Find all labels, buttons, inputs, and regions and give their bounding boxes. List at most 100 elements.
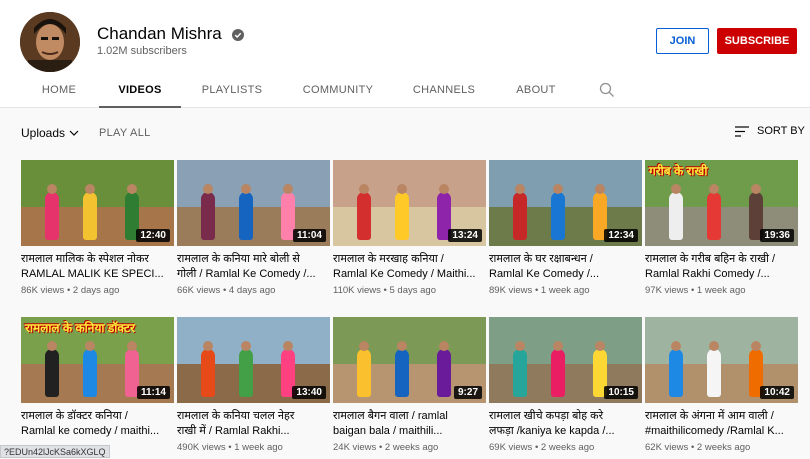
video-title[interactable]: रामलाल के अंगना में आम वाली / #maithilico… (645, 409, 798, 439)
video-duration: 11:14 (136, 386, 170, 399)
uploads-label: Uploads (21, 126, 66, 140)
video-card[interactable]: 12:34 रामलाल के घर रक्षाबन्धन / Ramlal Ke … (489, 160, 642, 296)
video-views: 86K views (21, 285, 65, 296)
video-title[interactable]: रामलाल खीचे कपड़ा बोह करे लफड़ा /kaniya k… (489, 409, 642, 439)
channel-avatar[interactable] (20, 12, 80, 72)
video-card[interactable]: 9:27 रामलाल बैगन वाला / ramlal baigan bala… (333, 317, 486, 453)
meta-separator: • (688, 285, 697, 296)
join-button[interactable]: JOIN (656, 28, 709, 54)
tab-about[interactable]: ABOUT (512, 74, 560, 108)
video-card[interactable]: 11:04 रामलाल के कनिया मारे बोली से गोली / … (177, 160, 330, 296)
verified-icon (232, 28, 245, 41)
video-age: 2 weeks ago (384, 442, 439, 453)
video-duration: 9:27 (453, 386, 482, 399)
video-views: 490K views (177, 442, 226, 453)
video-views: 24K views (333, 442, 377, 453)
video-title-line: रामलाल के मरखाह कनिया / (333, 253, 444, 265)
video-views: 110K views (333, 285, 381, 296)
status-url: ?EDUn42lJcKSa6kXGLQ (0, 445, 110, 458)
video-thumbnail[interactable]: 9:27 (333, 317, 486, 403)
channel-header: Chandan Mishra 1.02M subscribers JOIN SU… (0, 0, 810, 108)
video-thumbnail[interactable]: 12:34 (489, 160, 642, 246)
video-card[interactable]: 10:42 रामलाल के अंगना में आम वाली / #maith… (645, 317, 798, 453)
chevron-down-icon (69, 130, 79, 136)
tab-home[interactable]: HOME (36, 74, 82, 108)
video-duration: 13:24 (448, 229, 482, 242)
video-meta: 62K views • 2 weeks ago (645, 442, 798, 453)
meta-separator: • (225, 442, 235, 453)
video-card[interactable]: गरीब के राखी 19:36 रामलाल के गरीब बहिन के … (645, 160, 798, 296)
video-card[interactable]: रामलाल के कनिया डॉक्टर 11:14 रामलाल के डॉक… (21, 317, 174, 453)
video-age: 2 days ago (72, 285, 120, 296)
video-duration: 11:04 (292, 229, 326, 242)
video-age: 2 weeks ago (696, 442, 751, 453)
meta-separator: • (376, 442, 385, 453)
play-all-button[interactable]: PLAY ALL (99, 127, 151, 139)
meta-separator: • (380, 285, 390, 296)
video-card[interactable]: 13:24 रामलाल के मरखाह कनिया / Ramlal Ke Co… (333, 160, 486, 296)
video-thumbnail[interactable]: 13:24 (333, 160, 486, 246)
video-age: 5 days ago (389, 285, 436, 296)
video-title-line: लफड़ा /kaniya ke kapda /... (489, 425, 615, 437)
video-meta: 110K views • 5 days ago (333, 285, 486, 296)
video-title[interactable]: रामलाल के कनिया मारे बोली से गोली / Ramla… (177, 252, 330, 282)
video-age: 1 week ago (540, 285, 590, 296)
sort-by-button[interactable]: SORT BY (735, 125, 805, 137)
video-thumbnail[interactable]: रामलाल के कनिया डॉक्टर 11:14 (21, 317, 174, 403)
video-title-line: रामलाल खीचे कपड़ा बोह करे (489, 410, 604, 422)
video-duration: 10:15 (604, 386, 638, 399)
video-title-line: रामलाल के घर रक्षाबन्धन / (489, 253, 593, 265)
video-title[interactable]: रामलाल के डॉक्टर कनिया / Ramlal ke comedy… (21, 409, 174, 439)
thumbnail-overlay-text: गरीब के राखी (649, 164, 708, 178)
video-card[interactable]: 10:15 रामलाल खीचे कपड़ा बोह करे लफड़ा /kan… (489, 317, 642, 453)
video-title-line: #maithilicomedy /Ramlal K... (645, 425, 784, 437)
uploads-dropdown[interactable]: Uploads (21, 126, 79, 140)
meta-separator: • (220, 285, 229, 296)
subscribe-button[interactable]: SUBSCRIBE (717, 28, 797, 54)
tab-videos[interactable]: VIDEOS (99, 74, 181, 108)
video-title[interactable]: रामलाल बैगन वाला / ramlal baigan bala / m… (333, 409, 486, 439)
video-title-line: रामलाल के गरीब बहिन के राखी / (645, 253, 776, 265)
video-title[interactable]: रामलाल मालिक के स्पेशल नोकर RAMLAL MALIK … (21, 252, 174, 282)
video-meta: 97K views • 1 week ago (645, 285, 798, 296)
video-thumbnail[interactable]: 10:15 (489, 317, 642, 403)
video-title[interactable]: रामलाल के गरीब बहिन के राखी / Ramlal Rakh… (645, 252, 798, 282)
video-card[interactable]: 12:40 रामलाल मालिक के स्पेशल नोकर RAMLAL M… (21, 160, 174, 296)
sort-label: SORT BY (757, 125, 805, 137)
video-views: 62K views (645, 442, 689, 453)
channel-tabs: HOME VIDEOS PLAYLISTS COMMUNITY CHANNELS… (0, 74, 810, 108)
video-title-line: गोली / Ramlal Ke Comedy /... (177, 268, 316, 280)
video-age: 1 week ago (234, 442, 283, 453)
tab-playlists[interactable]: PLAYLISTS (198, 74, 266, 108)
video-thumbnail[interactable]: गरीब के राखी 19:36 (645, 160, 798, 246)
video-age: 2 weeks ago (540, 442, 595, 453)
video-meta: 66K views • 4 days ago (177, 285, 330, 296)
video-title-line: रामलाल मालिक के स्पेशल नोकर (21, 253, 149, 265)
video-duration: 12:40 (136, 229, 170, 242)
video-duration: 19:36 (760, 229, 794, 242)
video-thumbnail[interactable]: 13:40 (177, 317, 330, 403)
video-meta: 89K views • 1 week ago (489, 285, 642, 296)
meta-separator: • (688, 442, 697, 453)
video-age: 4 days ago (228, 285, 276, 296)
video-title-line: रामलाल के कनिया चलल नेहर (177, 410, 295, 422)
video-title[interactable]: रामलाल के मरखाह कनिया / Ramlal Ke Comedy … (333, 252, 486, 282)
video-title-line: Ramlal ke comedy / maithi... (21, 425, 160, 437)
video-title[interactable]: रामलाल के घर रक्षाबन्धन / Ramlal Ke Comed… (489, 252, 642, 282)
search-icon[interactable] (599, 82, 615, 98)
meta-separator: • (64, 285, 73, 296)
sort-icon (735, 125, 749, 137)
video-thumbnail[interactable]: 12:40 (21, 160, 174, 246)
video-thumbnail[interactable]: 10:42 (645, 317, 798, 403)
tab-community[interactable]: COMMUNITY (300, 74, 376, 108)
video-views: 89K views (489, 285, 533, 296)
video-age: 1 week ago (696, 285, 746, 296)
tab-channels[interactable]: CHANNELS (410, 74, 478, 108)
video-thumbnail[interactable]: 11:04 (177, 160, 330, 246)
video-meta: 490K views • 1 week ago (177, 442, 330, 453)
video-title[interactable]: रामलाल के कनिया चलल नेहर राखी में / Ramla… (177, 409, 330, 439)
video-card[interactable]: 13:40 रामलाल के कनिया चलल नेहर राखी में / … (177, 317, 330, 453)
video-title-line: Ramlal Ke Comedy /... (489, 268, 600, 280)
video-title-line: RAMLAL MALIK KE SPECI... (21, 268, 164, 280)
video-title-line: Ramlal Rakhi Comedy /... (645, 268, 770, 280)
